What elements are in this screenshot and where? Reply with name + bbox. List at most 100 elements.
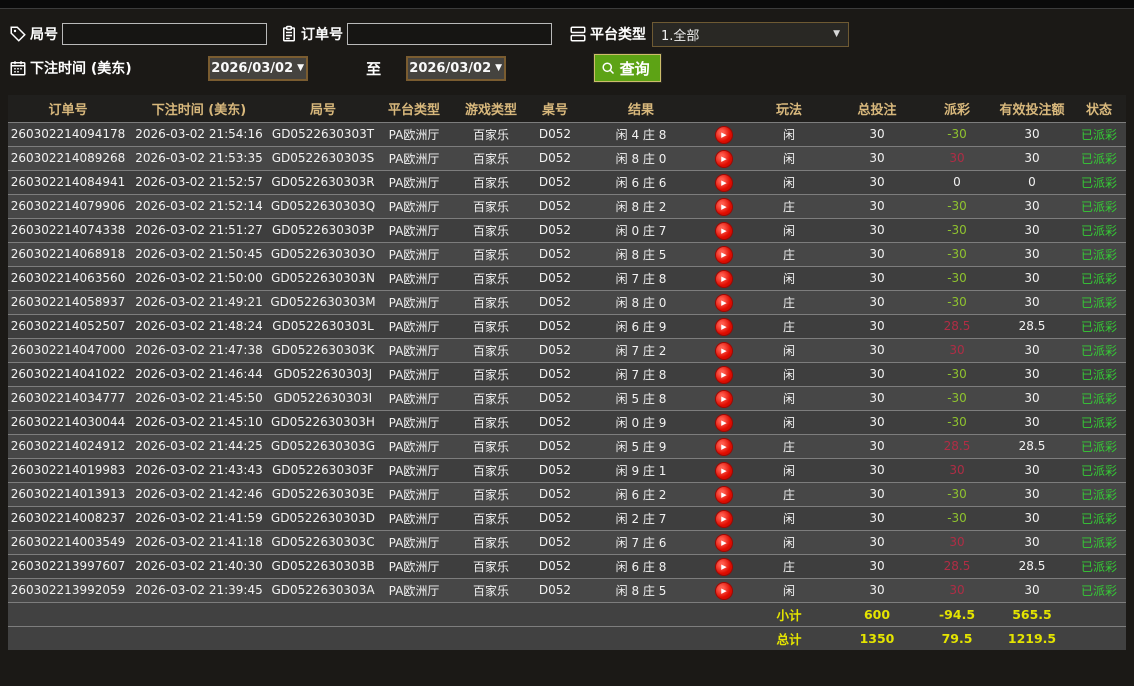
cell-play-type: 闲 — [746, 529, 832, 554]
cell-status: 已派彩 — [1072, 169, 1126, 194]
cell-status: 已派彩 — [1072, 577, 1126, 602]
cell-play-type: 闲 — [746, 577, 832, 602]
cell-total-bet: 30 — [832, 313, 922, 338]
cell-play-button: ▶ — [702, 361, 746, 386]
table-header-row: 订单号 下注时间 (美东) 局号 平台类型 游戏类型 桌号 结果 玩法 总投注 派彩 有效投注额 状态 — [8, 95, 1126, 122]
cell-table-no: D052 — [530, 265, 580, 290]
replay-play-icon[interactable]: ▶ — [716, 222, 732, 239]
total-row-valid-bet: 1219.5 — [992, 625, 1072, 650]
date-to-picker[interactable]: 2026/03/02 ▼ — [405, 55, 506, 81]
total-row-empty-cell — [580, 625, 702, 650]
replay-play-icon[interactable]: ▶ — [716, 342, 732, 359]
cell-platform: PA欧洲厅 — [376, 145, 452, 170]
replay-play-icon[interactable]: ▶ — [716, 438, 732, 455]
cell-bet-time: 2026-03-02 21:42:46 — [128, 481, 270, 506]
cell-table-no: D052 — [530, 337, 580, 362]
cell-valid-bet: 30 — [992, 481, 1072, 506]
cell-platform: PA欧洲厅 — [376, 361, 452, 386]
cell-play-button: ▶ — [702, 121, 746, 146]
cell-valid-bet: 30 — [992, 265, 1072, 290]
replay-play-icon[interactable]: ▶ — [716, 150, 732, 167]
cell-result: 闲 6 庄 9 — [580, 313, 702, 338]
cell-bet-time: 2026-03-02 21:50:45 — [128, 241, 270, 266]
replay-play-icon[interactable]: ▶ — [716, 414, 732, 431]
platform-type-label: 平台类型 — [590, 27, 646, 43]
cell-order-no: 260302214034777 — [8, 385, 128, 410]
cell-order-no: 260302214047000 — [8, 337, 128, 362]
clipboard-icon — [279, 24, 299, 44]
cell-total-bet: 30 — [832, 481, 922, 506]
cell-game-type: 百家乐 — [452, 313, 530, 338]
chevron-down-icon: ▼ — [495, 63, 503, 73]
replay-play-icon[interactable]: ▶ — [716, 486, 732, 503]
cell-game-no: GD0522630303F — [270, 457, 376, 482]
cell-play-type: 庄 — [746, 241, 832, 266]
chevron-down-icon: ▼ — [297, 63, 305, 73]
query-button[interactable]: 查询 — [592, 53, 662, 83]
cell-order-no: 260302214058937 — [8, 289, 128, 314]
cell-game-type: 百家乐 — [452, 481, 530, 506]
col-header-status: 状态 — [1072, 95, 1126, 122]
replay-play-icon[interactable]: ▶ — [716, 198, 732, 215]
cell-table-no: D052 — [530, 505, 580, 530]
cell-payout: 0 — [922, 169, 992, 194]
replay-play-icon[interactable]: ▶ — [716, 174, 732, 191]
replay-play-icon[interactable]: ▶ — [716, 510, 732, 527]
cell-status: 已派彩 — [1072, 241, 1126, 266]
cell-total-bet: 30 — [832, 265, 922, 290]
cell-play-type: 庄 — [746, 553, 832, 578]
cell-result: 闲 5 庄 9 — [580, 433, 702, 458]
total-row-payout: 79.5 — [922, 625, 992, 650]
col-header-play-button — [702, 95, 746, 122]
cell-valid-bet: 30 — [992, 505, 1072, 530]
replay-play-icon[interactable]: ▶ — [716, 246, 732, 263]
table-row: 260302214034777 2026-03-02 21:45:50 GD0522… — [8, 385, 1126, 410]
cell-total-bet: 30 — [832, 337, 922, 362]
cell-total-bet: 30 — [832, 121, 922, 146]
cell-bet-time: 2026-03-02 21:45:50 — [128, 385, 270, 410]
replay-play-icon[interactable]: ▶ — [716, 366, 732, 383]
date-from-value: 2026/03/02 — [211, 60, 294, 76]
replay-play-icon[interactable]: ▶ — [716, 462, 732, 479]
cell-game-type: 百家乐 — [452, 169, 530, 194]
cell-status: 已派彩 — [1072, 217, 1126, 242]
cell-game-no: GD0522630303T — [270, 121, 376, 146]
date-from-picker[interactable]: 2026/03/02 ▼ — [207, 55, 308, 81]
replay-play-icon[interactable]: ▶ — [716, 390, 732, 407]
cell-play-button: ▶ — [702, 481, 746, 506]
cell-total-bet: 30 — [832, 289, 922, 314]
cell-play-button: ▶ — [702, 241, 746, 266]
replay-play-icon[interactable]: ▶ — [716, 534, 732, 551]
replay-play-icon[interactable]: ▶ — [716, 270, 732, 287]
cell-result: 闲 8 庄 0 — [580, 289, 702, 314]
cell-game-no: GD0522630303G — [270, 433, 376, 458]
cell-play-button: ▶ — [702, 433, 746, 458]
cell-payout: 30 — [922, 457, 992, 482]
cell-valid-bet: 0 — [992, 169, 1072, 194]
cell-result: 闲 4 庄 8 — [580, 121, 702, 146]
cell-order-no: 260302214024912 — [8, 433, 128, 458]
cell-play-button: ▶ — [702, 289, 746, 314]
cell-game-type: 百家乐 — [452, 145, 530, 170]
replay-play-icon[interactable]: ▶ — [716, 582, 732, 599]
platform-stack-icon — [568, 24, 588, 44]
cell-play-button: ▶ — [702, 193, 746, 218]
cell-order-no: 260302214074338 — [8, 217, 128, 242]
game-no-input[interactable] — [62, 23, 267, 45]
cell-play-button: ▶ — [702, 385, 746, 410]
replay-play-icon[interactable]: ▶ — [716, 558, 732, 575]
platform-type-select[interactable]: 1.全部 ▼ — [652, 21, 849, 47]
cell-game-no: GD0522630303L — [270, 313, 376, 338]
cell-order-no: 260302214019983 — [8, 457, 128, 482]
cell-bet-time: 2026-03-02 21:48:24 — [128, 313, 270, 338]
cell-valid-bet: 30 — [992, 361, 1072, 386]
replay-play-icon[interactable]: ▶ — [716, 126, 732, 143]
cell-game-no: GD0522630303P — [270, 217, 376, 242]
replay-play-icon[interactable]: ▶ — [716, 294, 732, 311]
cell-valid-bet: 30 — [992, 193, 1072, 218]
order-no-input[interactable] — [347, 23, 552, 45]
replay-play-icon[interactable]: ▶ — [716, 318, 732, 335]
cell-payout: -30 — [922, 361, 992, 386]
subtotal-row-empty-cell — [580, 601, 702, 626]
col-header-play-type: 玩法 — [746, 95, 832, 122]
